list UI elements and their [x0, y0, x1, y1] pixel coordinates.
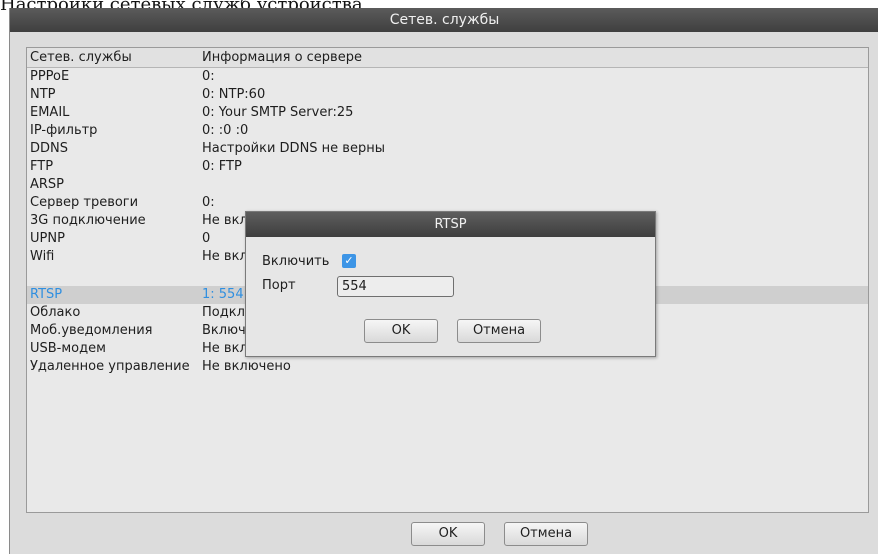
dialog-title: RTSP [246, 212, 655, 237]
row-service: DDNS [30, 141, 68, 156]
row-info: Не включено [202, 359, 291, 374]
table-row-alarm-server[interactable]: Сервер тревоги 0: [27, 194, 868, 212]
row-service: FTP [30, 159, 54, 174]
row-info: 0: NTP:60 [202, 87, 266, 102]
rtsp-dialog: RTSP Включить ✓ Порт 554 OK Отмена [245, 211, 656, 357]
window-title: Сетев. службы [10, 8, 878, 32]
row-service: EMAIL [30, 105, 70, 120]
table-row-ntp[interactable]: NTP 0: NTP:60 [27, 86, 868, 104]
dialog-ok-button[interactable]: OK [364, 319, 438, 343]
port-label: Порт [262, 278, 296, 293]
row-info: 1: 554 [202, 287, 244, 302]
row-service: Сервер тревоги [30, 195, 139, 210]
row-info: 0: :0 :0 [202, 123, 249, 138]
row-service: Удаленное управление [30, 359, 190, 374]
row-service: IP-фильтр [30, 123, 98, 138]
table-row-pppoe[interactable]: PPPoE 0: [27, 68, 868, 86]
row-info: 0 [202, 231, 211, 246]
table-row-email[interactable]: EMAIL 0: Your SMTP Server:25 [27, 104, 868, 122]
row-service: NTP [30, 87, 56, 102]
row-info: 0: FTP [202, 159, 242, 174]
row-service: PPPoE [30, 69, 70, 84]
table-header: Сетев. службы Информация о сервере [27, 48, 868, 68]
enable-checkbox[interactable]: ✓ [342, 254, 356, 268]
table-row-remote-control[interactable]: Удаленное управление Не включено [27, 358, 868, 376]
table-row-ddns[interactable]: DDNS Настройки DDNS не верны [27, 140, 868, 158]
dialog-cancel-button[interactable]: Отмена [457, 319, 541, 343]
row-service: USB-модем [30, 341, 106, 356]
table-row-arsp[interactable]: ARSP [27, 176, 868, 194]
header-info: Информация о сервере [202, 50, 362, 65]
row-info: 0: [202, 195, 215, 210]
row-service: 3G подключение [30, 213, 146, 228]
row-service: Моб.уведомления [30, 323, 153, 338]
row-service: UPNP [30, 231, 65, 246]
table-row-ftp[interactable]: FTP 0: FTP [27, 158, 868, 176]
enable-label: Включить [262, 254, 330, 269]
checkmark-icon: ✓ [344, 254, 354, 267]
port-input[interactable]: 554 [337, 276, 454, 297]
row-info: 0: Your SMTP Server:25 [202, 105, 354, 120]
row-info: 0: [202, 69, 215, 84]
row-info: Настройки DDNS не верны [202, 141, 385, 156]
row-service: RTSP [30, 287, 63, 302]
cancel-button[interactable]: Отмена [504, 522, 588, 546]
row-service: Облако [30, 305, 81, 320]
row-service: Wifi [30, 249, 55, 264]
row-service: ARSP [30, 177, 65, 192]
table-row-ip-filter[interactable]: IP-фильтр 0: :0 :0 [27, 122, 868, 140]
ok-button[interactable]: OK [411, 522, 485, 546]
header-service: Сетев. службы [30, 50, 132, 65]
